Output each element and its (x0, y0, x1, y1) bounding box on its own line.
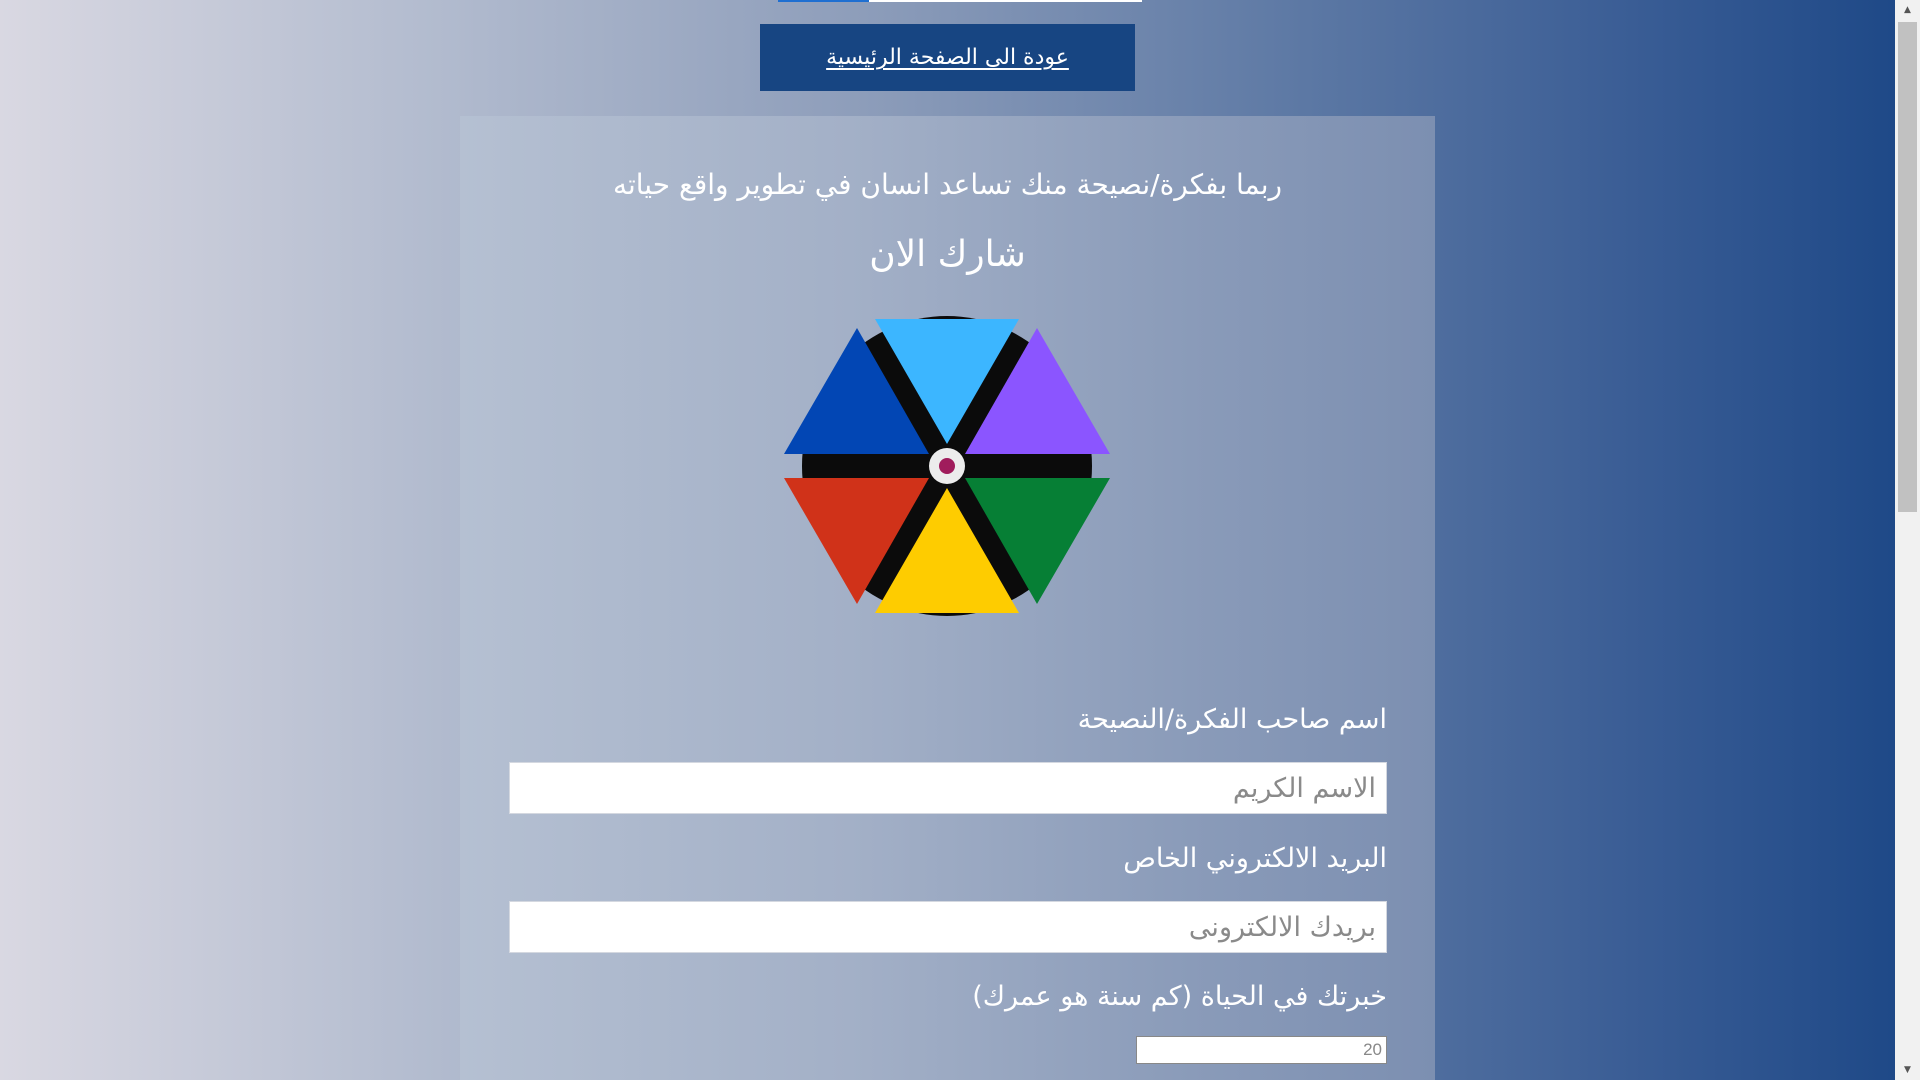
hexagon-logo-icon (784, 316, 1110, 616)
email-field-label: البريد الالكتروني الخاص (1123, 843, 1387, 874)
back-to-home-button[interactable]: عودة الى الصفحة الرئيسية (760, 24, 1135, 91)
name-input[interactable] (509, 762, 1387, 814)
share-form-card: ربما بفكرة/نصيحة منك تساعد انسان في تطوي… (460, 116, 1435, 1080)
progress-fill (778, 0, 869, 2)
top-progress-bar (778, 0, 1142, 2)
age-input[interactable] (1136, 1036, 1387, 1064)
age-field-label: خبرتك في الحياة (كم سنة هو عمرك) (972, 981, 1387, 1012)
email-input[interactable] (509, 901, 1387, 953)
logo-hub-dot (939, 458, 955, 474)
intro-subtitle: ربما بفكرة/نصيحة منك تساعد انسان في تطوي… (612, 168, 1283, 201)
name-field-label: اسم صاحب الفكرة/النصيحة (1077, 704, 1387, 735)
page-scrollbar[interactable]: ▲ ▼ (1895, 0, 1920, 1080)
scrollbar-thumb[interactable] (1898, 22, 1917, 512)
scroll-up-arrow-icon[interactable]: ▲ (1895, 0, 1920, 20)
share-now-heading: شارك الان (869, 234, 1026, 275)
scroll-down-arrow-icon[interactable]: ▼ (1895, 1060, 1920, 1080)
